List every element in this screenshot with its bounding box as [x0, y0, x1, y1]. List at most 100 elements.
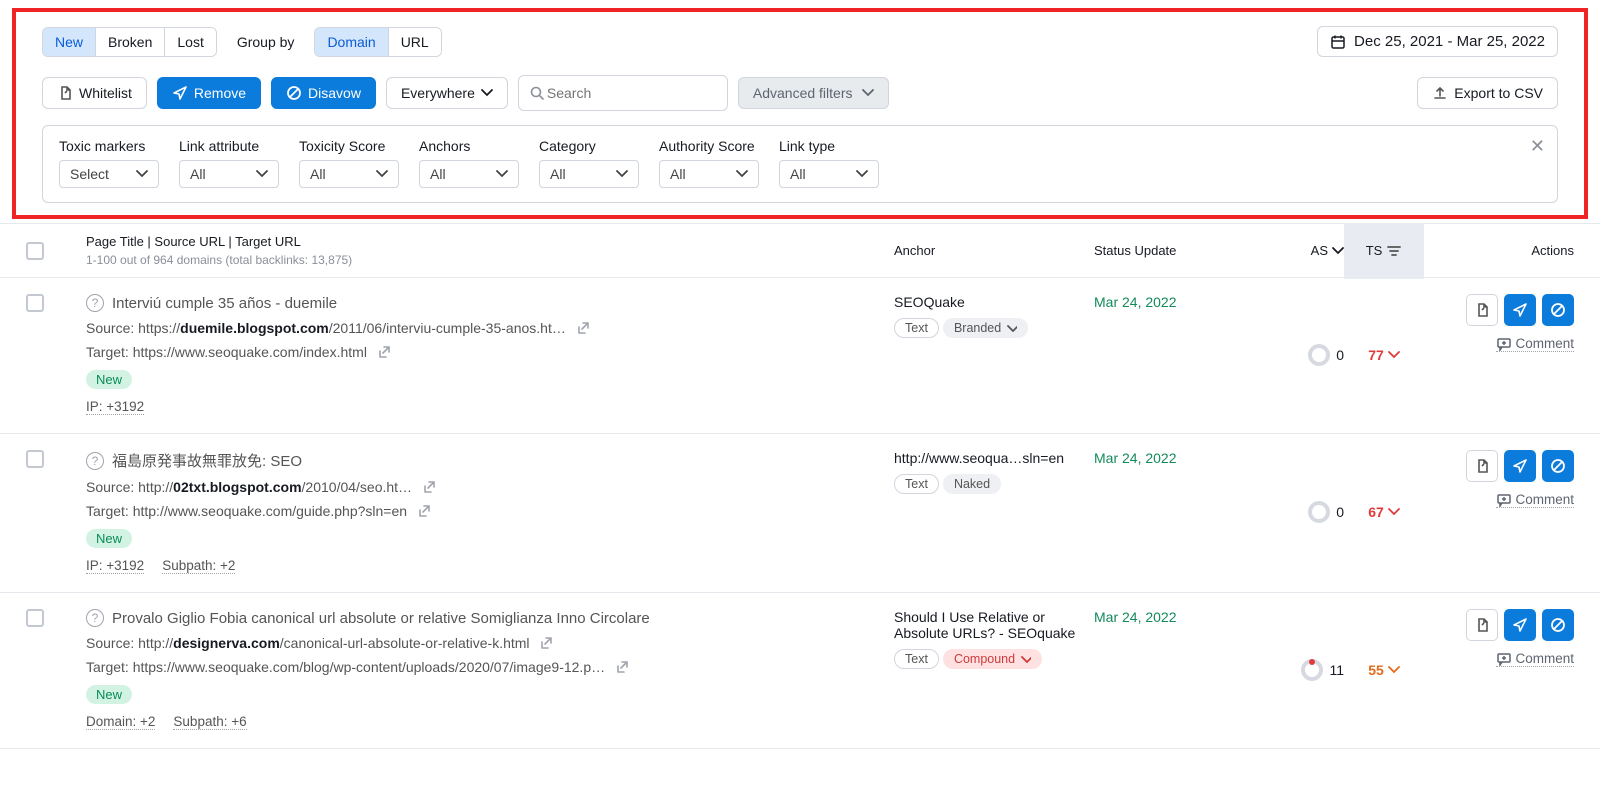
toxicity-score[interactable]: 67 [1344, 450, 1424, 574]
whitelist-button[interactable]: Whitelist [42, 77, 147, 109]
action-remove-icon[interactable] [1504, 294, 1536, 326]
filter-anchors[interactable]: All [419, 160, 519, 188]
row-badge[interactable]: Subpath: +6 [173, 714, 246, 730]
filter-category[interactable]: All [539, 160, 639, 188]
external-link-icon[interactable] [422, 480, 436, 494]
target-url: http://www.seoquake.com/guide.php?sln=en [133, 503, 407, 519]
source-label: Source: [86, 320, 138, 336]
target-label: Target: [86, 503, 133, 519]
chevron-down-icon [1332, 247, 1344, 255]
date-range-picker[interactable]: Dec 25, 2021 - Mar 25, 2022 [1317, 26, 1558, 57]
action-disavow-icon[interactable] [1542, 450, 1574, 482]
row-badge[interactable]: IP: +3192 [86, 399, 144, 415]
groupby-domain[interactable]: Domain [315, 28, 388, 56]
action-whitelist-icon[interactable] [1466, 609, 1498, 641]
action-whitelist-icon[interactable] [1466, 450, 1498, 482]
groupby-url[interactable]: URL [389, 28, 441, 56]
action-remove-icon[interactable] [1504, 450, 1536, 482]
calendar-icon [1330, 34, 1346, 50]
anchor-pill[interactable]: Branded [943, 318, 1028, 338]
help-icon[interactable]: ? [86, 294, 104, 312]
chevron-down-icon [616, 170, 628, 178]
filters-red-outline: New Broken Lost Group by Domain URL Dec … [12, 8, 1588, 219]
filter-anchors-label: Anchors [419, 138, 519, 154]
filter-toxicity-score[interactable]: All [299, 160, 399, 188]
search-input[interactable] [545, 84, 730, 102]
export-csv-button[interactable]: Export to CSV [1417, 77, 1558, 109]
target-url: https://www.seoquake.com/index.html [133, 344, 367, 360]
row-title: Interviú cumple 35 años - duemile [112, 295, 337, 312]
row-checkbox[interactable] [26, 609, 44, 627]
filter-sort-icon [1386, 243, 1402, 259]
filter-authority-score[interactable]: All [659, 160, 759, 188]
target-url: https://www.seoquake.com/blog/wp-content… [133, 659, 605, 675]
disavow-icon [286, 85, 302, 101]
anchor-pill[interactable]: Naked [943, 474, 1001, 494]
external-link-icon[interactable] [615, 660, 629, 674]
as-donut-icon [1301, 659, 1323, 681]
anchor-text: Should I Use Relative or Absolute URLs? … [894, 609, 1094, 641]
filter-link-type[interactable]: All [779, 160, 879, 188]
scope-dropdown[interactable]: Everywhere [386, 77, 508, 109]
col-actions: Actions [1424, 243, 1574, 258]
external-link-icon[interactable] [417, 504, 431, 518]
row-checkbox[interactable] [26, 294, 44, 312]
source-label: Source: [86, 479, 138, 495]
export-icon [1432, 85, 1448, 101]
advanced-filters-button[interactable]: Advanced filters [738, 77, 890, 109]
filter-toxic-markers[interactable]: Select [59, 160, 159, 188]
filter-link-attribute-label: Link attribute [179, 138, 279, 154]
toxicity-score[interactable]: 55 [1344, 609, 1424, 730]
source-label: Source: [86, 635, 138, 651]
disavow-button[interactable]: Disavow [271, 77, 376, 109]
anchor-pill[interactable]: Compound [943, 649, 1042, 669]
tab-new[interactable]: New [43, 28, 96, 56]
search-input-wrap[interactable] [518, 75, 728, 111]
select-all-checkbox[interactable] [26, 242, 44, 260]
col-anchor: Anchor [894, 243, 1094, 258]
help-icon[interactable]: ? [86, 609, 104, 627]
target-label: Target: [86, 344, 133, 360]
status-date: Mar 24, 2022 [1094, 609, 1254, 730]
action-disavow-icon[interactable] [1542, 609, 1574, 641]
row-title: 福島原発事故無罪放免: SEO [112, 450, 302, 471]
whitelist-icon [57, 85, 73, 101]
status-tabs: New Broken Lost [42, 27, 217, 57]
external-link-icon[interactable] [539, 636, 553, 650]
new-badge: New [86, 370, 132, 389]
col-status-update: Status Update [1094, 243, 1254, 258]
authority-score: 0 [1254, 450, 1344, 574]
chevron-down-icon [481, 89, 493, 97]
filter-toxic-markers-label: Toxic markers [59, 138, 159, 154]
action-remove-icon[interactable] [1504, 609, 1536, 641]
groupby-tabs: Domain URL [314, 27, 441, 57]
table-row: ? Interviú cumple 35 años - duemile Sour… [0, 278, 1600, 434]
external-link-icon[interactable] [377, 345, 391, 359]
external-link-icon[interactable] [576, 321, 590, 335]
close-filters-icon[interactable]: ✕ [1530, 136, 1545, 157]
anchor-pill[interactable]: Text [894, 318, 939, 338]
action-whitelist-icon[interactable] [1466, 294, 1498, 326]
col-as[interactable]: AS [1254, 243, 1344, 258]
tab-lost[interactable]: Lost [165, 28, 215, 56]
filter-link-attribute[interactable]: All [179, 160, 279, 188]
row-badge[interactable]: Domain: +2 [86, 714, 155, 730]
row-badge[interactable]: IP: +3192 [86, 558, 144, 574]
filter-toxicity-score-label: Toxicity Score [299, 138, 399, 154]
action-disavow-icon[interactable] [1542, 294, 1574, 326]
row-badge[interactable]: Subpath: +2 [162, 558, 235, 574]
tab-broken[interactable]: Broken [96, 28, 165, 56]
anchor-pill[interactable]: Text [894, 649, 939, 669]
row-checkbox[interactable] [26, 450, 44, 468]
date-range-text: Dec 25, 2021 - Mar 25, 2022 [1354, 33, 1545, 50]
comment-link[interactable]: Comment [1496, 492, 1574, 508]
anchor-pill[interactable]: Text [894, 474, 939, 494]
comment-link[interactable]: Comment [1496, 336, 1574, 352]
col-title-sub: 1-100 out of 964 domains (total backlink… [86, 253, 894, 267]
comment-link[interactable]: Comment [1496, 651, 1574, 667]
col-ts[interactable]: TS [1344, 223, 1424, 279]
toxicity-score[interactable]: 77 [1344, 294, 1424, 415]
remove-button[interactable]: Remove [157, 77, 261, 109]
help-icon[interactable]: ? [86, 452, 104, 470]
target-label: Target: [86, 659, 133, 675]
